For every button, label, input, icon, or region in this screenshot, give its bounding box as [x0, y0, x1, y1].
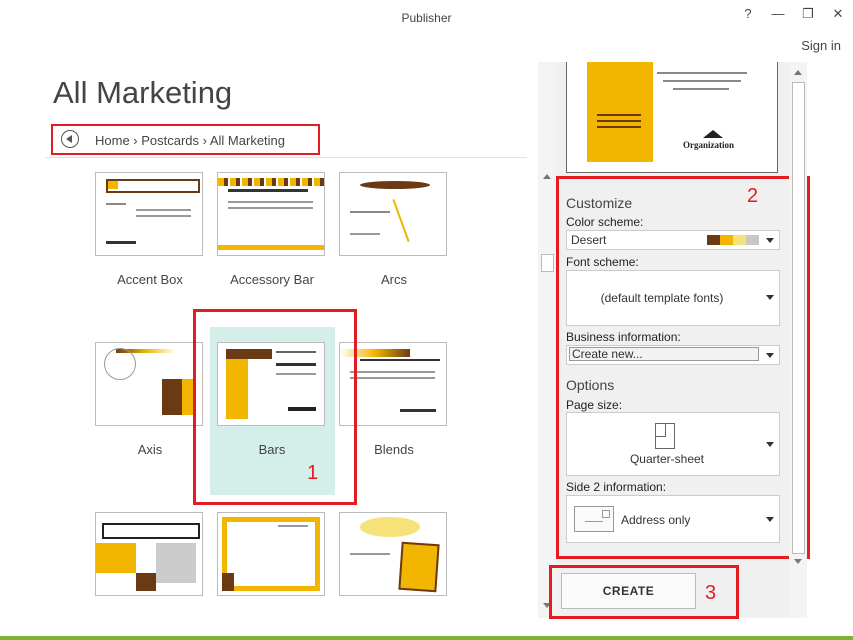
divider: [45, 157, 527, 158]
details-scroll-thumb[interactable]: [792, 82, 805, 554]
template-thumbnail-axis[interactable]: [95, 342, 203, 426]
status-strip: [0, 636, 853, 640]
template-thumbnail-row3-1[interactable]: [95, 512, 203, 596]
gallery-scroll-thumb[interactable]: [541, 254, 554, 272]
breadcrumb-path[interactable]: Home › Postcards › All Marketing: [95, 133, 285, 148]
template-name-accessory-bar: Accessory Bar: [230, 272, 314, 287]
template-thumbnail-accent-box[interactable]: [95, 172, 203, 256]
preview-organization-text: Organization: [683, 140, 734, 150]
sign-in-link[interactable]: Sign in: [801, 38, 841, 53]
help-icon[interactable]: ?: [738, 6, 758, 21]
template-name-accent-box: Accent Box: [117, 272, 183, 287]
annotation-box-2: [556, 176, 810, 559]
close-button[interactable]: ✕: [828, 6, 848, 22]
template-name-arcs: Arcs: [381, 272, 407, 287]
annotation-box-1: [193, 309, 357, 505]
annotation-number-1: 1: [307, 462, 319, 484]
title-bar: Publisher ? — ❐ ✕: [0, 0, 853, 36]
template-thumbnail-arcs[interactable]: [339, 172, 447, 256]
template-preview: Organization: [566, 62, 778, 173]
annotation-number-2: 2: [747, 185, 759, 207]
back-arrow-icon[interactable]: [61, 130, 79, 148]
window-title: Publisher: [401, 11, 452, 25]
minimize-button[interactable]: —: [768, 6, 788, 21]
template-thumbnail-accessory-bar[interactable]: [217, 172, 325, 256]
template-thumbnail-row3-2[interactable]: [217, 512, 325, 596]
template-thumbnail-row3-3[interactable]: [339, 512, 447, 596]
template-gallery: All Marketing Home › Postcards › All Mar…: [45, 65, 527, 617]
gallery-scrollbar[interactable]: [538, 62, 556, 618]
restore-button[interactable]: ❐: [798, 6, 818, 22]
details-scrollbar[interactable]: [789, 62, 807, 618]
breadcrumb: Home › Postcards › All Marketing: [51, 124, 320, 155]
annotation-number-3: 3: [705, 582, 717, 604]
page-title: All Marketing: [53, 75, 233, 110]
